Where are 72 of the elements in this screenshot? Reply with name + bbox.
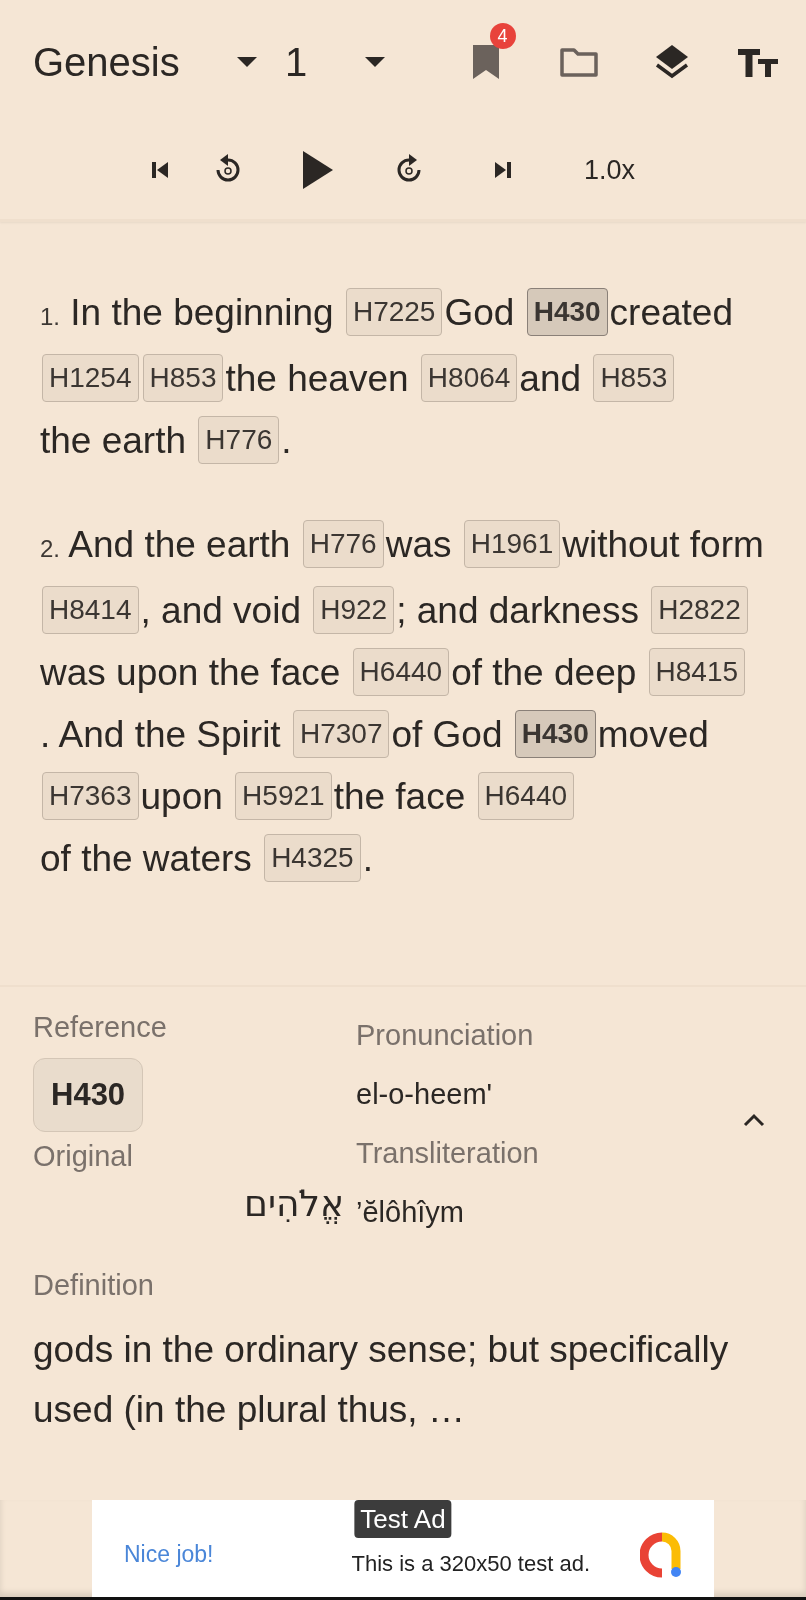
verse-number: 1.: [40, 303, 60, 330]
ad-text: This is a 320x50 test ad.: [351, 1549, 590, 1577]
verse-text: created: [609, 292, 733, 333]
strong-number-button[interactable]: H853: [593, 354, 675, 403]
speed-label[interactable]: 1.0x: [584, 154, 636, 186]
verse-text: the heaven: [225, 358, 409, 399]
strong-number-button[interactable]: H430: [526, 288, 608, 337]
strong-number-button[interactable]: H1254: [42, 354, 139, 403]
caret-icon: [237, 57, 257, 67]
strong-number-button[interactable]: H7307: [292, 710, 390, 759]
verse-text: upon: [140, 776, 223, 817]
original-label: Original: [33, 1140, 133, 1173]
verse-text: .: [281, 420, 292, 461]
verse-text: God: [444, 292, 515, 333]
strong-number-button[interactable]: H1961: [463, 520, 561, 569]
verse-text: of God: [391, 714, 503, 755]
strong-number-button[interactable]: H5921: [235, 772, 332, 821]
verse-text: of the deep: [451, 652, 637, 693]
ad-logo-icon: [640, 1530, 684, 1579]
strong-number-button[interactable]: H6440: [477, 772, 575, 821]
verse-text: moved: [597, 714, 709, 755]
definition-label: Definition: [33, 1269, 154, 1301]
verse-text: And the earth: [68, 524, 291, 565]
verse-text: of the waters: [40, 838, 252, 879]
strong-number-button[interactable]: H430: [514, 710, 596, 759]
strong-number-button[interactable]: H7363: [42, 772, 139, 821]
skip-next-icon[interactable]: [492, 160, 513, 180]
strong-number-button[interactable]: H776: [302, 520, 384, 569]
chapter-dropdown[interactable]: 1: [285, 39, 385, 85]
ad-banner[interactable]: Test Ad Nice job! This is a 320x50 test ad.: [92, 1500, 714, 1597]
strong-number-button[interactable]: H922: [313, 586, 395, 635]
bookmark-icon[interactable]: [470, 43, 501, 81]
strong-number-button[interactable]: H8064: [420, 354, 518, 403]
strong-number-button[interactable]: H8415: [648, 648, 746, 697]
strong-number-button[interactable]: H853: [142, 354, 224, 403]
strong-number-button[interactable]: H4325: [264, 834, 361, 883]
original-word: אֱלֹהִים: [243, 1183, 345, 1224]
count-badge: 4: [489, 23, 516, 49]
pronunciation-text: el-o-heem': [356, 1078, 493, 1111]
verse-text: the face: [333, 776, 466, 817]
reference-label: Reference: [33, 1011, 167, 1044]
strong-number-button[interactable]: H8414: [42, 586, 139, 635]
verse-text: In the beginning: [70, 292, 334, 333]
strong-number-button[interactable]: H776: [198, 416, 280, 465]
verse-text: the earth: [40, 420, 187, 461]
ad-label: Test Ad: [354, 1500, 452, 1538]
verse-text: was: [385, 524, 452, 565]
transliteration-text: ’ĕlôhîym: [356, 1196, 464, 1229]
strong-number-button[interactable]: H2822: [651, 586, 748, 635]
layers-icon[interactable]: [653, 43, 690, 81]
verse-text: without form: [562, 524, 764, 565]
transliteration-label: Transliteration: [356, 1137, 539, 1170]
definition-text: gods in the ordinary sense; but specifically used (in the plural thus, …: [33, 1328, 730, 1432]
verse-text: . And the Spirit: [40, 714, 281, 755]
pronunciation-label: Pronunciation: [356, 1019, 534, 1052]
verse-number: 2.: [40, 535, 60, 562]
play-icon[interactable]: [302, 150, 334, 190]
verse-text: ; and darkness: [396, 590, 639, 631]
ad-headline: Nice job!: [124, 1541, 214, 1568]
chevron-up-icon[interactable]: [743, 1113, 765, 1127]
strong-number-button[interactable]: H7225: [345, 288, 443, 337]
caret-icon: [365, 57, 385, 67]
book-dropdown[interactable]: Genesis: [33, 39, 271, 85]
text-size-icon[interactable]: [738, 47, 778, 77]
strong-number-button[interactable]: H6440: [352, 648, 450, 697]
folder-icon[interactable]: [558, 46, 599, 78]
verse-text: .: [362, 838, 373, 879]
verse-text: was upon the face: [40, 652, 341, 693]
verse-text: and: [519, 358, 582, 399]
skip-previous-icon[interactable]: [150, 160, 170, 180]
reference-button[interactable]: H430: [33, 1058, 144, 1132]
verse-text: , and void: [140, 590, 301, 631]
